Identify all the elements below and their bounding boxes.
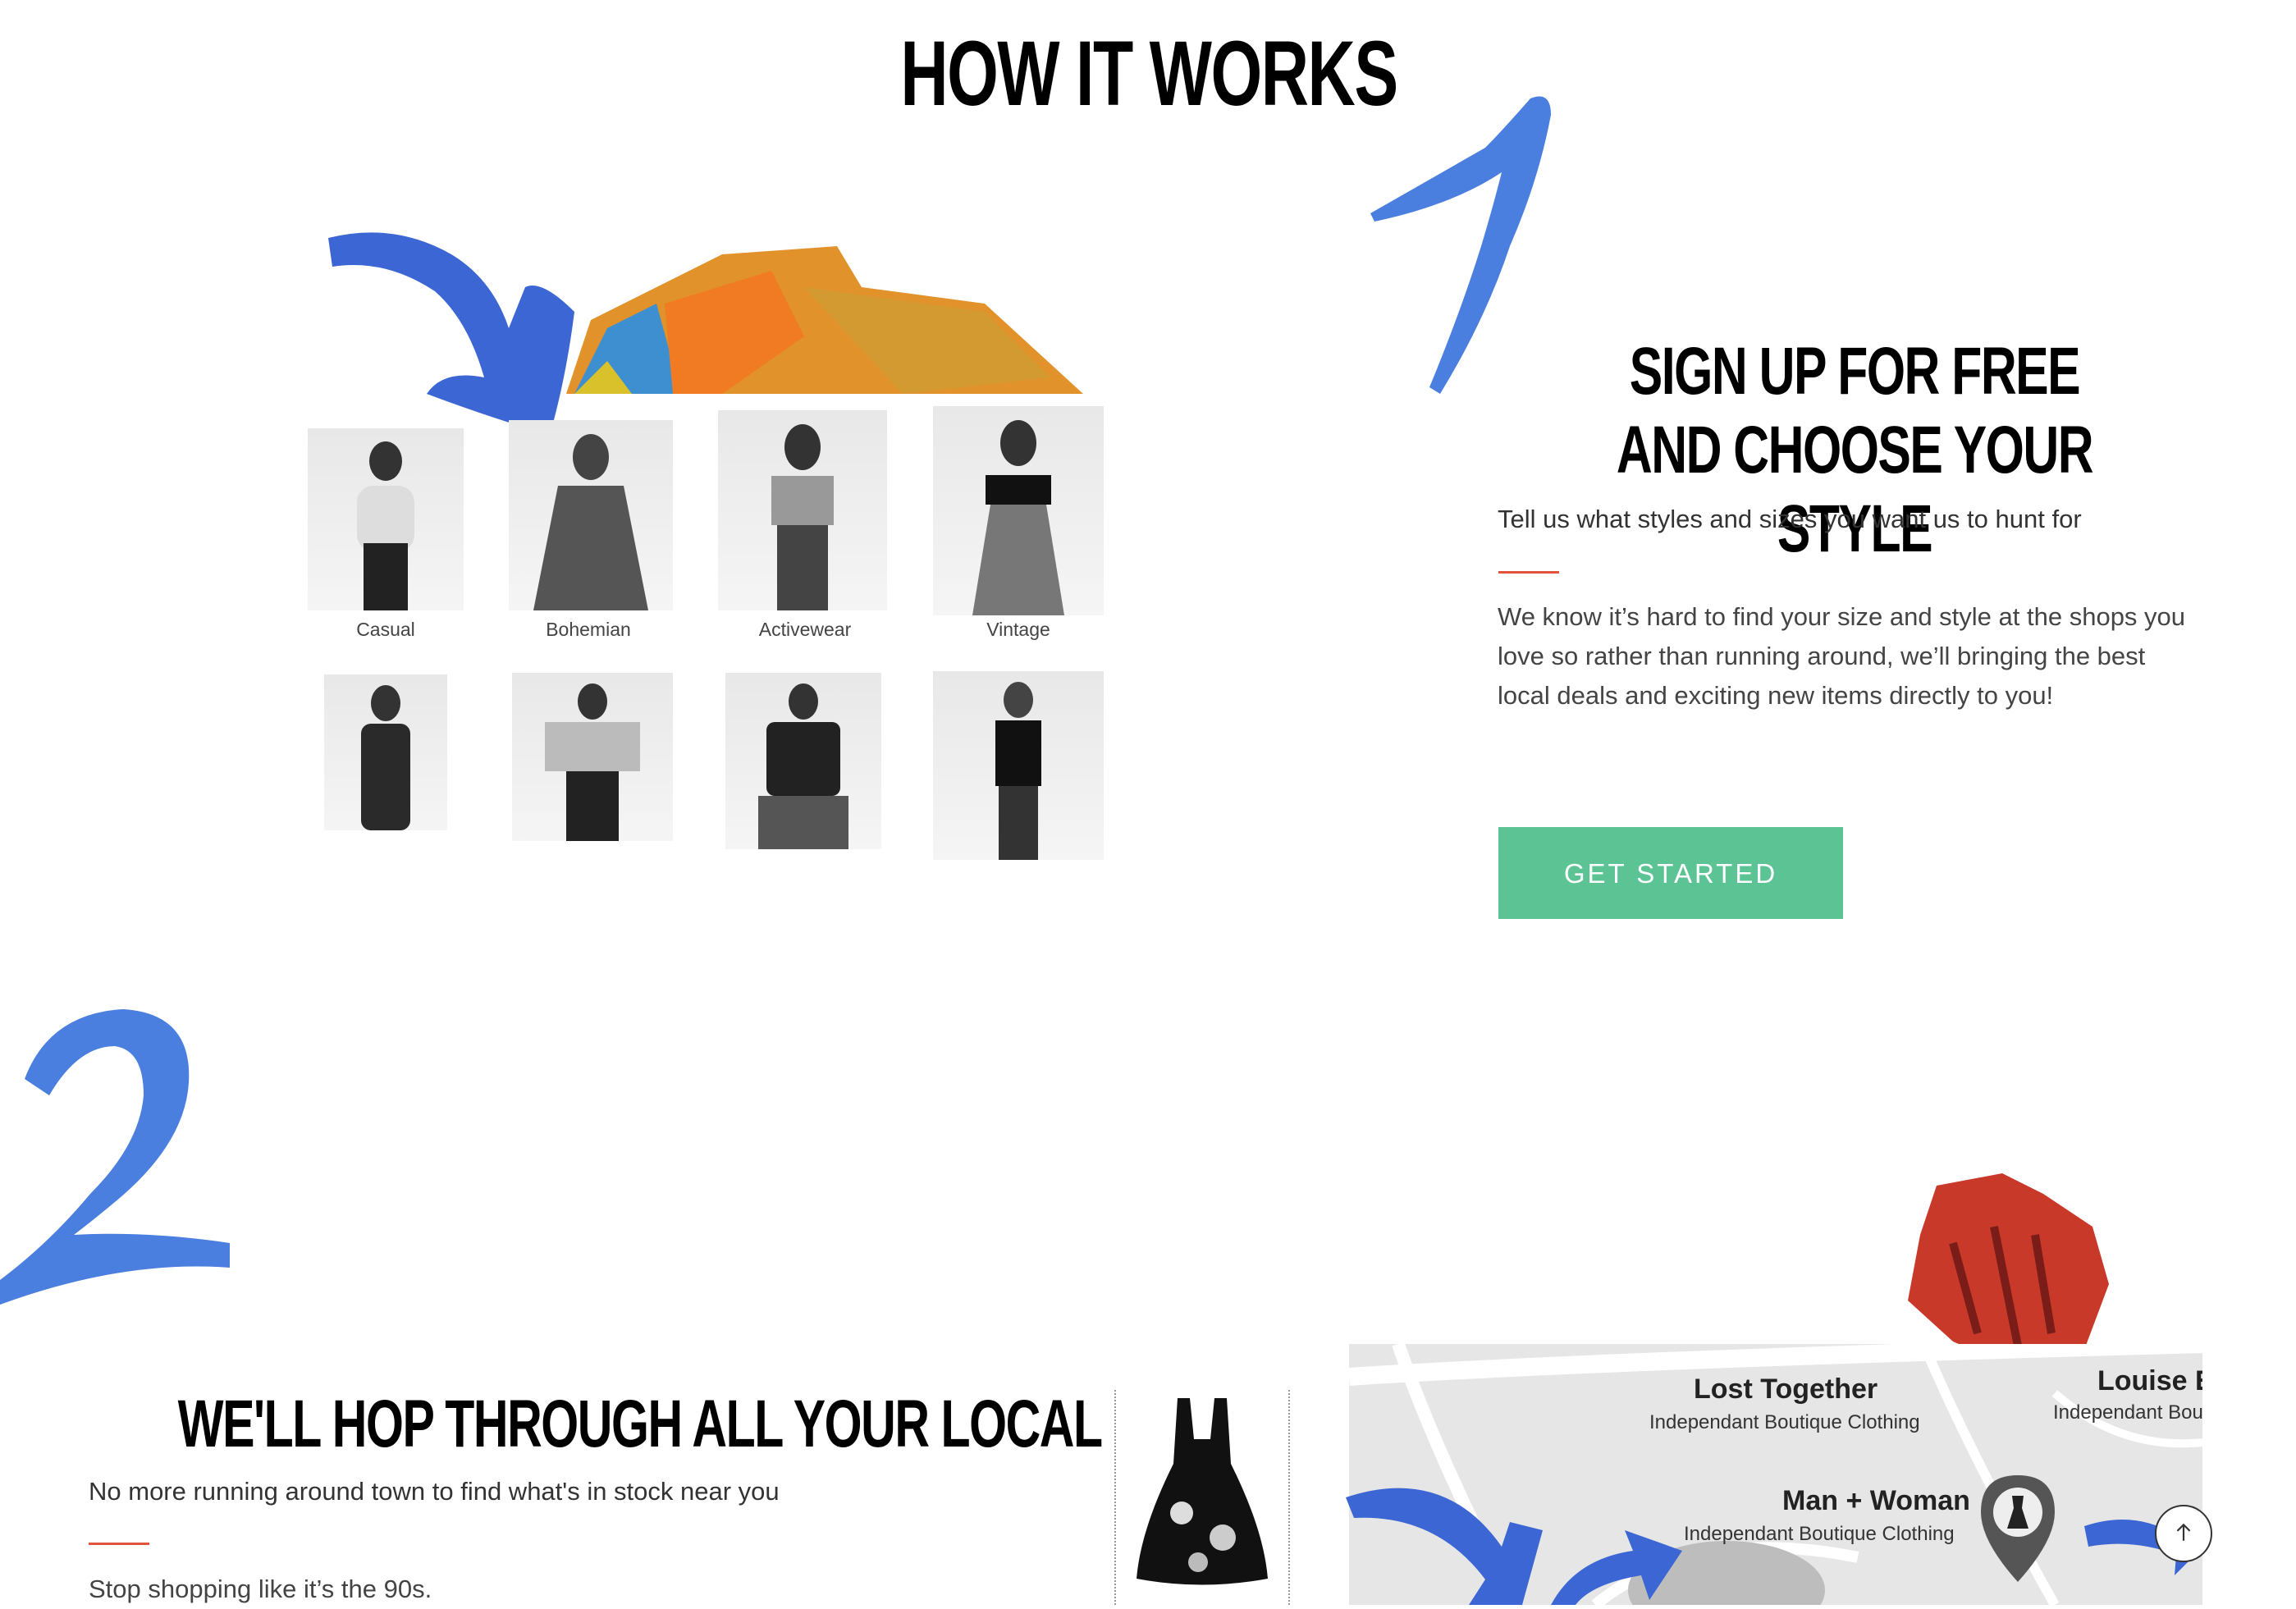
shop-name-louise-e[interactable]: Louise E [2097,1365,2202,1397]
style-photo-vintage[interactable] [933,406,1104,615]
style-photo-6[interactable] [512,673,673,841]
map-pin-icon[interactable] [1981,1475,2055,1582]
get-started-button[interactable]: GET STARTED [1498,827,1843,919]
step-1-number-icon [1370,96,1551,394]
step1-subtitle: Tell us what styles and sizes you want u… [1498,505,2082,533]
arrow-up-right-icon [1551,1530,1682,1605]
step1-divider [1498,571,1559,574]
page-title: HOW IT WORKS [900,22,1398,125]
shop-type-lost-together: Independant Boutique Clothing [1649,1411,1920,1433]
style-label-vintage: Vintage [986,619,1050,640]
arrow-curve-icon [1346,1488,1543,1605]
step-2-number-icon [0,1009,230,1305]
arrow-up-icon [2176,1523,2191,1541]
dress-image [1137,1398,1268,1585]
style-label-bohemian: Bohemian [546,619,631,640]
style-photo-casual[interactable] [308,428,464,610]
shop-type-man-woman: Independant Boutique Clothing [1684,1523,1955,1545]
dress-product-card[interactable] [1114,1390,1290,1605]
style-photo-7[interactable] [725,673,881,849]
arrow-down-right-icon [328,232,574,435]
style-photo-bohemian[interactable] [509,420,673,610]
style-photo-5[interactable] [324,674,447,830]
style-label-activewear: Activewear [758,619,852,640]
shop-name-lost-together[interactable]: Lost Together [1694,1374,1878,1406]
paint-collage-image [566,246,1083,394]
style-label-casual: Casual [356,619,415,640]
shop-type-louise-e: Independant Bou [2053,1401,2202,1424]
scroll-to-top-button[interactable] [2155,1505,2212,1562]
step2-divider [89,1543,149,1545]
shop-name-man-woman[interactable]: Man + Woman [1782,1485,1970,1517]
step2-title: WE'LL HOP THROUGH ALL YOUR LOCAL SHOPS [177,1387,1278,1461]
step2-subtitle: No more running around town to find what… [89,1477,780,1506]
step2-body: Stop shopping like it’s the 90s. [89,1575,432,1603]
style-photo-8[interactable] [933,671,1104,860]
style-photo-activewear[interactable] [718,410,887,610]
step1-body: We know it’s hard to find your size and … [1498,602,2186,710]
fabric-texture-image [1908,1173,2109,1370]
